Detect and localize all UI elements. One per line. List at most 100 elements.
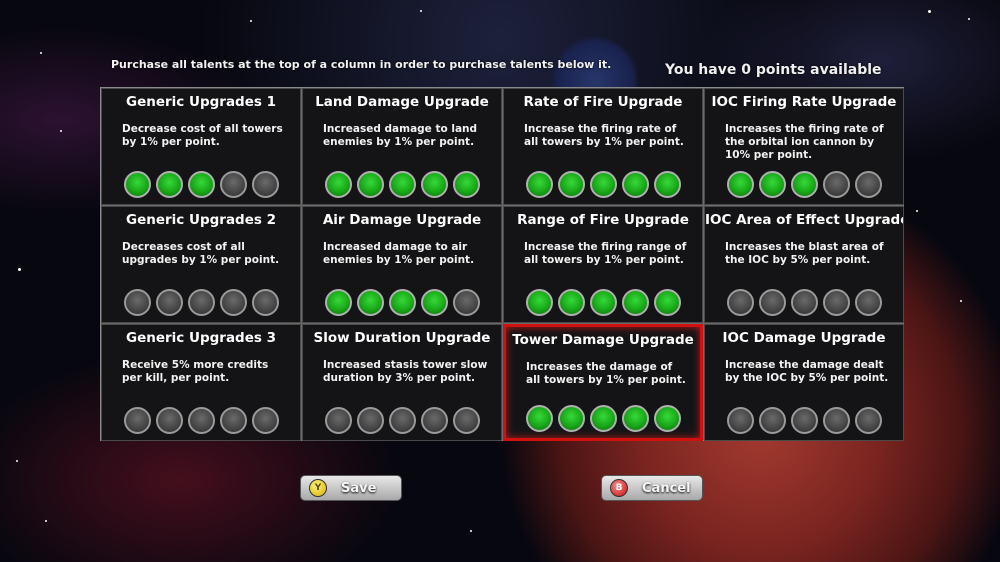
save-label: Save: [341, 480, 377, 496]
save-button[interactable]: Y Save: [300, 475, 402, 501]
point-filled-icon: [653, 405, 681, 432]
point-empty-icon: [758, 407, 786, 434]
y-button-icon: Y: [309, 479, 327, 497]
talent-description: Receive 5% more credits per kill, per po…: [122, 359, 269, 384]
talent-cell[interactable]: Range of Fire Upgrade Increase the firing…: [503, 206, 703, 323]
point-empty-icon: [155, 289, 183, 316]
talent-description: Increased damage to air enemies by 1% pe…: [323, 241, 475, 266]
talent-description: Increases the blast area of the IOC by 5…: [725, 241, 884, 266]
point-filled-icon: [324, 289, 352, 316]
point-filled-icon: [420, 289, 448, 316]
talent-title: Generic Upgrades 3: [126, 330, 276, 346]
cancel-button[interactable]: B Cancel: [601, 475, 703, 501]
star: [250, 20, 252, 22]
point-empty-icon: [420, 407, 448, 434]
point-filled-icon: [653, 289, 681, 316]
point-empty-icon: [388, 407, 416, 434]
b-button-icon: B: [610, 479, 628, 497]
point-empty-icon: [356, 407, 384, 434]
talent-description: Increases the damage of all towers by 1%…: [526, 361, 686, 386]
point-filled-icon: [123, 171, 151, 198]
talent-points: [303, 407, 501, 434]
point-filled-icon: [324, 171, 352, 198]
point-empty-icon: [854, 171, 882, 198]
point-filled-icon: [621, 405, 649, 432]
point-filled-icon: [653, 171, 681, 198]
talent-points: [102, 289, 300, 316]
talent-title: Rate of Fire Upgrade: [523, 94, 683, 110]
talent-title: IOC Area of Effect Upgrade: [705, 212, 904, 228]
point-filled-icon: [388, 289, 416, 316]
point-filled-icon: [589, 171, 617, 198]
talent-cell[interactable]: Generic Upgrades 3 Receive 5% more credit…: [101, 324, 301, 441]
point-empty-icon: [123, 407, 151, 434]
talent-cell[interactable]: Air Damage Upgrade Increased damage to ai…: [302, 206, 502, 323]
talent-cell[interactable]: Rate of Fire Upgrade Increase the firing …: [503, 88, 703, 205]
star: [960, 300, 962, 302]
point-empty-icon: [219, 407, 247, 434]
talent-description: Increased stasis tower slow duration by …: [323, 359, 488, 384]
point-filled-icon: [356, 289, 384, 316]
star: [45, 520, 47, 522]
talent-description: Increases the firing rate of the orbital…: [725, 123, 884, 161]
talent-points: [504, 289, 702, 316]
point-filled-icon: [525, 289, 553, 316]
talent-points: [102, 171, 300, 198]
point-filled-icon: [420, 171, 448, 198]
talent-cell[interactable]: IOC Damage Upgrade Increase the damage de…: [704, 324, 904, 441]
talent-points: [705, 289, 903, 316]
talent-description: Increase the firing rate of all towers b…: [524, 123, 684, 148]
point-filled-icon: [525, 405, 553, 432]
talent-title: IOC Firing Rate Upgrade: [711, 94, 897, 110]
point-empty-icon: [219, 171, 247, 198]
point-empty-icon: [324, 407, 352, 434]
talent-title: Tower Damage Upgrade: [512, 332, 694, 348]
talent-points: [506, 405, 700, 432]
point-filled-icon: [187, 171, 215, 198]
talent-cell[interactable]: Generic Upgrades 2 Decreases cost of all …: [101, 206, 301, 323]
talent-cell[interactable]: Slow Duration Upgrade Increased stasis to…: [302, 324, 502, 441]
talent-title: Range of Fire Upgrade: [517, 212, 689, 228]
talent-cell[interactable]: IOC Firing Rate Upgrade Increases the fir…: [704, 88, 904, 205]
talent-cell[interactable]: IOC Area of Effect Upgrade Increases the …: [704, 206, 904, 323]
star: [16, 460, 18, 462]
talent-description: Increase the firing range of all towers …: [524, 241, 687, 266]
talent-description: Decreases cost of all upgrades by 1% per…: [122, 241, 280, 266]
star: [420, 10, 422, 12]
point-empty-icon: [187, 407, 215, 434]
point-empty-icon: [726, 289, 754, 316]
point-filled-icon: [452, 171, 480, 198]
point-empty-icon: [123, 289, 151, 316]
talent-cell[interactable]: Land Damage Upgrade Increased damage to l…: [302, 88, 502, 205]
talent-cell[interactable]: Generic Upgrades 1 Decrease cost of all t…: [101, 88, 301, 205]
talent-points: [705, 171, 903, 198]
star: [916, 210, 918, 212]
point-filled-icon: [525, 171, 553, 198]
talent-grid: Generic Upgrades 1 Decrease cost of all t…: [100, 87, 904, 441]
point-empty-icon: [822, 407, 850, 434]
star: [18, 268, 21, 271]
point-filled-icon: [589, 289, 617, 316]
point-empty-icon: [854, 289, 882, 316]
talent-title: Air Damage Upgrade: [322, 212, 482, 228]
talent-points: [504, 171, 702, 198]
point-empty-icon: [854, 407, 882, 434]
points-available: You have 0 points available: [665, 62, 882, 78]
point-empty-icon: [187, 289, 215, 316]
talent-description: Decrease cost of all towers by 1% per po…: [122, 123, 283, 148]
talent-title: Generic Upgrades 2: [126, 212, 276, 228]
talent-cell[interactable]: Tower Damage Upgrade Increases the damage…: [503, 324, 703, 441]
talent-description: Increased damage to land enemies by 1% p…: [323, 123, 478, 148]
point-empty-icon: [452, 407, 480, 434]
point-filled-icon: [388, 171, 416, 198]
star: [470, 530, 472, 532]
point-filled-icon: [155, 171, 183, 198]
point-empty-icon: [155, 407, 183, 434]
point-empty-icon: [790, 407, 818, 434]
point-filled-icon: [557, 405, 585, 432]
talent-points: [303, 171, 501, 198]
point-filled-icon: [621, 171, 649, 198]
talent-title: Land Damage Upgrade: [315, 94, 489, 110]
talent-title: IOC Damage Upgrade: [722, 330, 886, 346]
point-filled-icon: [726, 171, 754, 198]
